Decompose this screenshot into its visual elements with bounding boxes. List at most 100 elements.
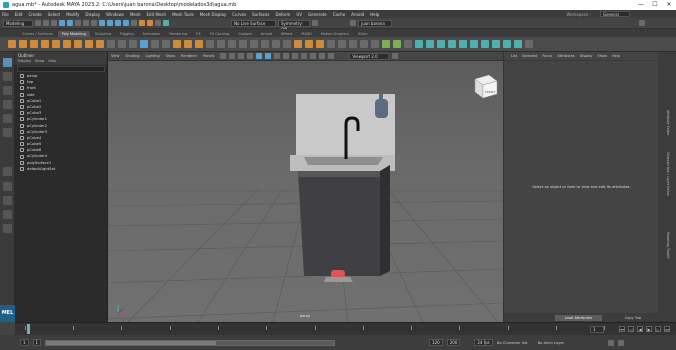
poke-icon[interactable] <box>305 40 313 48</box>
platonic-solid-icon[interactable] <box>85 40 93 48</box>
separate-icon[interactable] <box>118 40 126 48</box>
hypershade-icon[interactable] <box>163 20 169 26</box>
reduce-icon[interactable] <box>162 40 170 48</box>
shadows-icon[interactable] <box>292 53 299 59</box>
bevel-icon[interactable] <box>195 40 203 48</box>
menu-arnold[interactable]: Arnold <box>351 12 364 17</box>
step-forward-key-button[interactable]: ▷ <box>655 326 661 332</box>
ipr-render-icon[interactable] <box>147 20 153 26</box>
scale-tool-icon[interactable] <box>3 128 12 137</box>
anim-layer-label[interactable]: No Anim Layer <box>538 341 564 345</box>
outliner-item[interactable]: defaultLightSet <box>20 166 107 172</box>
isolate-select-icon[interactable] <box>310 53 317 59</box>
time-slider[interactable]: 1 ⏮ ◁ ◀ ▶ ▷ ⏭ <box>15 322 676 335</box>
paint-select-tool-icon[interactable] <box>3 86 12 95</box>
menu-edit-mesh[interactable]: Edit Mesh <box>147 12 167 17</box>
menu-deform[interactable]: Deform <box>275 12 290 17</box>
current-time-marker[interactable] <box>27 324 30 334</box>
planar-uv-icon[interactable] <box>371 40 379 48</box>
poly-torus-icon[interactable] <box>52 40 60 48</box>
render-settings-icon[interactable] <box>155 20 161 26</box>
play-back-button[interactable]: ◀ <box>637 326 643 332</box>
save-scene-icon[interactable] <box>51 20 57 26</box>
select-hierarchy-icon[interactable] <box>75 20 81 26</box>
viewport-menu-show[interactable]: Show <box>166 54 175 58</box>
ae-menu-selected[interactable]: Selected <box>522 54 537 58</box>
single-pane-layout-icon[interactable] <box>3 182 12 191</box>
ae-menu-help[interactable]: Help <box>612 54 620 58</box>
poly-cylinder-icon[interactable] <box>30 40 38 48</box>
menuset-select[interactable]: Modeling <box>3 19 33 27</box>
render-icon[interactable] <box>139 20 145 26</box>
menu-generate[interactable]: Generate <box>308 12 327 17</box>
lasso-tool-icon[interactable] <box>3 72 12 81</box>
checker-icon[interactable] <box>503 40 511 48</box>
new-scene-icon[interactable] <box>35 20 41 26</box>
close-button[interactable]: ✕ <box>662 0 676 10</box>
textured-icon[interactable] <box>274 53 281 59</box>
move-tool-icon[interactable] <box>3 100 12 109</box>
mirror-icon[interactable] <box>151 40 159 48</box>
tab-attribute-editor[interactable]: Attribute Editor <box>664 110 670 135</box>
user-account-select[interactable]: juan barona <box>358 19 392 27</box>
poly-plane-icon[interactable] <box>63 40 71 48</box>
range-bar[interactable] <box>45 339 336 346</box>
maximize-button[interactable]: ☐ <box>648 0 662 10</box>
preferences-icon[interactable] <box>618 339 625 346</box>
smooth-icon[interactable] <box>129 40 137 48</box>
viewport-renderer-select[interactable]: Viewport 2.0 <box>349 52 390 60</box>
soft-select-icon[interactable] <box>312 20 318 26</box>
ambient-occlusion-icon[interactable] <box>301 53 308 59</box>
target-weld-icon[interactable] <box>239 40 247 48</box>
play-forward-button[interactable]: ▶ <box>646 326 652 332</box>
menu-mesh-display[interactable]: Mesh Display <box>200 12 227 17</box>
merge-icon[interactable] <box>250 40 258 48</box>
unfold-icon[interactable] <box>426 40 434 48</box>
ae-menu-attributes[interactable]: Attributes <box>557 54 574 58</box>
tab-channel-box[interactable]: Channel Box / Layer Editor <box>664 152 670 196</box>
connect-icon[interactable] <box>261 40 269 48</box>
quad-draw-icon[interactable] <box>272 40 280 48</box>
go-to-start-button[interactable]: ⏮ <box>619 326 625 332</box>
extrude-icon[interactable] <box>173 40 181 48</box>
uv-shell-icon[interactable] <box>492 40 500 48</box>
cut-uv-icon[interactable] <box>437 40 445 48</box>
snap-surface-icon[interactable] <box>123 20 129 26</box>
poly-disc-icon[interactable] <box>74 40 82 48</box>
history-icon[interactable] <box>131 20 137 26</box>
xray-joints-icon[interactable] <box>328 53 335 59</box>
uv-snapshot-icon[interactable] <box>470 40 478 48</box>
outliner-menu-display[interactable]: Display <box>18 59 31 65</box>
spin-icon[interactable] <box>360 40 368 48</box>
menu-select[interactable]: Select <box>48 12 60 17</box>
bookmark-icon[interactable] <box>229 53 236 59</box>
auto-key-icon[interactable] <box>608 339 615 346</box>
boolean-icon[interactable] <box>140 40 148 48</box>
character-set-label[interactable]: No Character Set <box>497 341 528 345</box>
menu-mesh[interactable]: Mesh <box>130 12 141 17</box>
combine-icon[interactable] <box>107 40 115 48</box>
select-component-icon[interactable] <box>91 20 97 26</box>
shelf-options-icon[interactable] <box>525 40 533 48</box>
ae-menu-display[interactable]: Display <box>580 54 593 58</box>
workspace-select[interactable]: General <box>600 11 630 17</box>
slide-edge-icon[interactable] <box>327 40 335 48</box>
menu-mesh-tools[interactable]: Mesh Tools <box>172 12 194 17</box>
four-pane-layout-icon[interactable] <box>3 196 12 205</box>
menu-help[interactable]: Help <box>370 12 379 17</box>
ae-menu-focus[interactable]: Focus <box>542 54 552 58</box>
current-frame-field[interactable]: 1 <box>590 326 604 333</box>
menu-curves[interactable]: Curves <box>232 12 246 17</box>
fps-select[interactable]: 24 fps <box>474 339 493 346</box>
lights-icon[interactable] <box>283 53 290 59</box>
bridge-icon[interactable] <box>184 40 192 48</box>
magnify-icon[interactable] <box>3 224 12 233</box>
viewport-menu-lighting[interactable]: Lighting <box>146 54 160 58</box>
outliner-menu-show[interactable]: Show <box>35 59 44 65</box>
menu-file[interactable]: File <box>2 12 9 17</box>
wedge-icon[interactable] <box>316 40 324 48</box>
select-object-icon[interactable] <box>83 20 89 26</box>
camera-attributes-icon[interactable] <box>220 53 227 59</box>
menu-surfaces[interactable]: Surfaces <box>252 12 269 17</box>
ae-menu-show[interactable]: Show <box>598 54 607 58</box>
